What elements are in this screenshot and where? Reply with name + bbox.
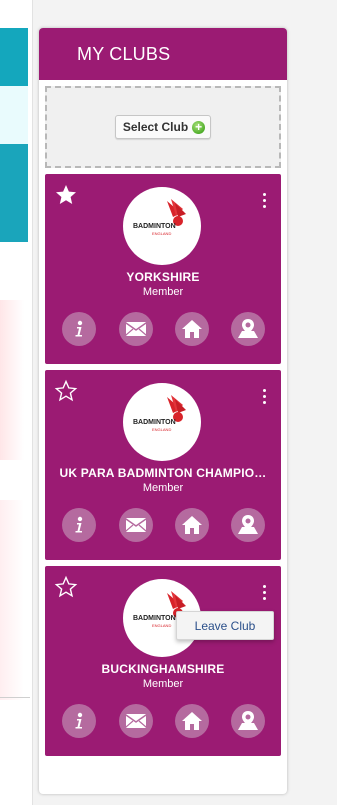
club-card: BADMINTON ENGLAND UK PARA BADMINTON CHAM… bbox=[45, 370, 281, 560]
map-pin-icon bbox=[238, 711, 258, 730]
background-teal-block bbox=[0, 28, 28, 86]
home-icon bbox=[182, 516, 202, 534]
email-button[interactable] bbox=[119, 704, 153, 738]
plus-circle-icon: + bbox=[192, 120, 206, 134]
club-actions bbox=[62, 508, 267, 542]
club-name: BUCKINGHAMSHIRE bbox=[101, 662, 225, 676]
info-icon bbox=[75, 320, 83, 337]
map-pin-icon bbox=[238, 319, 258, 338]
club-card: BADMINTON ENGLAND BUCKINGHAMSHIRE Member bbox=[45, 566, 281, 756]
map-button[interactable] bbox=[231, 312, 265, 346]
club-role: Member bbox=[142, 678, 184, 690]
background-teal-block-lower bbox=[0, 144, 28, 242]
select-club-dropzone: Select Club + bbox=[45, 86, 281, 168]
background-divider bbox=[0, 697, 30, 698]
home-icon bbox=[182, 320, 202, 338]
mail-icon bbox=[125, 322, 147, 336]
email-button[interactable] bbox=[119, 312, 153, 346]
leave-club-menu-item[interactable]: Leave Club bbox=[176, 611, 274, 640]
svg-text:ENGLAND: ENGLAND bbox=[152, 623, 171, 628]
select-club-button[interactable]: Select Club + bbox=[114, 115, 212, 139]
club-role: Member bbox=[142, 482, 184, 494]
background-page-strip bbox=[0, 0, 33, 805]
home-button[interactable] bbox=[175, 508, 209, 542]
map-pin-icon bbox=[238, 515, 258, 534]
svg-text:ENGLAND: ENGLAND bbox=[152, 231, 171, 236]
club-actions bbox=[62, 312, 267, 346]
club-logo: BADMINTON ENGLAND bbox=[123, 383, 201, 461]
kebab-menu-icon[interactable] bbox=[263, 389, 267, 405]
svg-text:BADMINTON: BADMINTON bbox=[133, 419, 176, 426]
svg-text:BADMINTON: BADMINTON bbox=[133, 615, 176, 622]
background-watermark-lower bbox=[0, 500, 24, 700]
kebab-menu-icon[interactable] bbox=[263, 193, 267, 209]
club-actions bbox=[62, 704, 267, 738]
home-button[interactable] bbox=[175, 704, 209, 738]
panel-header: MY CLUBS bbox=[39, 28, 287, 80]
leave-club-label: Leave Club bbox=[194, 618, 256, 633]
mail-icon bbox=[125, 714, 147, 728]
info-button[interactable] bbox=[62, 312, 96, 346]
club-logo: BADMINTON ENGLAND bbox=[123, 187, 201, 265]
shuttlecock-icon bbox=[167, 395, 186, 422]
club-role: Member bbox=[142, 286, 184, 298]
info-button[interactable] bbox=[62, 508, 96, 542]
background-watermark bbox=[0, 300, 24, 460]
select-club-label: Select Club bbox=[122, 120, 189, 134]
background-light-block bbox=[0, 86, 28, 144]
panel-title: MY CLUBS bbox=[77, 43, 171, 64]
info-button[interactable] bbox=[62, 704, 96, 738]
email-button[interactable] bbox=[119, 508, 153, 542]
home-icon bbox=[182, 712, 202, 730]
map-button[interactable] bbox=[231, 704, 265, 738]
star-filled-icon[interactable] bbox=[54, 183, 78, 207]
club-name: UK PARA BADMINTON CHAMPIO… bbox=[59, 466, 267, 480]
home-button[interactable] bbox=[175, 312, 209, 346]
club-card: BADMINTON ENGLAND YORKSHIRE Member bbox=[45, 174, 281, 364]
star-outline-icon[interactable] bbox=[54, 379, 78, 403]
svg-text:BADMINTON: BADMINTON bbox=[133, 223, 176, 230]
star-outline-icon[interactable] bbox=[54, 575, 78, 599]
info-icon bbox=[75, 516, 83, 533]
my-clubs-panel: MY CLUBS Select Club + BADMINTON ENGLAND bbox=[39, 28, 287, 794]
svg-text:ENGLAND: ENGLAND bbox=[152, 427, 171, 432]
map-button[interactable] bbox=[231, 508, 265, 542]
shuttlecock-icon bbox=[167, 199, 186, 226]
info-icon bbox=[75, 712, 83, 729]
club-name: YORKSHIRE bbox=[126, 270, 200, 284]
mail-icon bbox=[125, 518, 147, 532]
kebab-menu-icon[interactable] bbox=[263, 585, 267, 601]
